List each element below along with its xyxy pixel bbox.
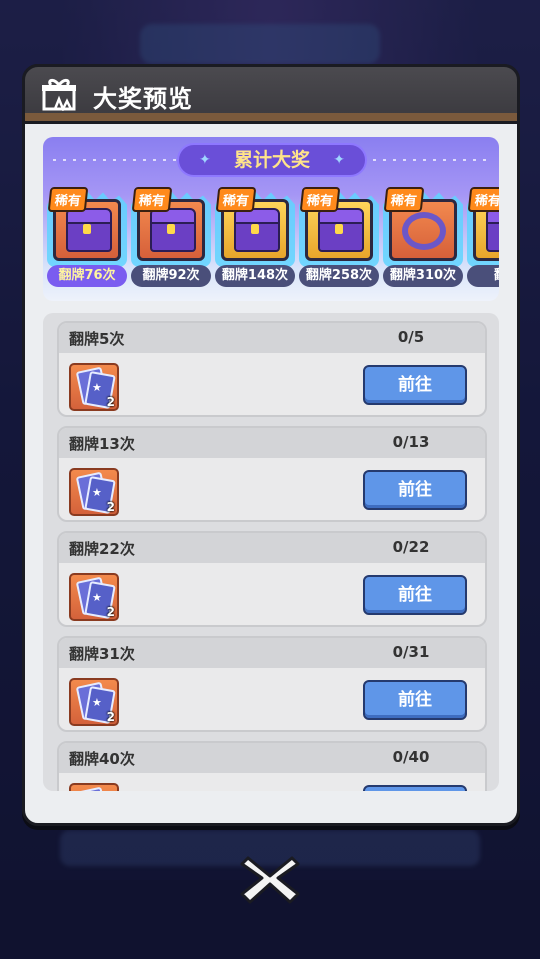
flip-card-reward-icon[interactable]: ★2: [69, 468, 119, 516]
flip-card-reward-icon[interactable]: ★2: [69, 783, 119, 791]
cumulative-prize-title: ✦ 累计大奖 ✦: [177, 143, 367, 177]
go-button[interactable]: 前往: [363, 470, 467, 510]
go-button[interactable]: 前往: [363, 680, 467, 720]
task-name: 翻牌40次: [69, 750, 135, 768]
task-name: 翻牌31次: [69, 645, 135, 663]
task-card: 翻牌31次 0/31 ★ 2 前往: [57, 636, 487, 732]
purple-chest-icon: [318, 208, 364, 252]
flip-card-reward-icon[interactable]: ★2: [69, 573, 119, 621]
task-name: 翻牌22次: [69, 540, 135, 558]
task-card: 翻牌40次 0/40 ★2 前往: [57, 741, 487, 791]
go-button[interactable]: 前往: [363, 575, 467, 615]
task-progress: 0/22: [392, 538, 430, 556]
prize-count-label: 翻牌76次: [47, 265, 127, 287]
prize-count-label: 翻牌310次: [383, 265, 463, 287]
dialog-title: 大奖预览: [93, 85, 193, 113]
star-icon: ★: [92, 591, 102, 604]
sparkle-icon: ✦: [333, 152, 345, 168]
task-list[interactable]: 翻牌5次 0/5 ★ 2 前往 翻牌13次 0/13 ★ 2 前往 翻牌22次 0/22 ★ 2 前往 翻牌3…: [43, 313, 499, 791]
task-card: 翻牌5次 0/5 ★ 2 前往: [57, 321, 487, 417]
prize-item[interactable]: 稀有翻牌92次: [131, 187, 211, 297]
rare-tag: 稀有: [299, 187, 341, 212]
gift-box-icon: [42, 78, 76, 111]
reward-quantity: 2: [106, 605, 115, 619]
rare-tag: 稀有: [215, 187, 257, 212]
go-button[interactable]: 前往: [363, 365, 467, 405]
purple-chest-icon: [486, 208, 499, 252]
prize-count-label: 翻牌258次: [299, 265, 379, 287]
task-name: 翻牌5次: [69, 330, 125, 348]
purple-chest-icon: [234, 208, 280, 252]
task-header: 翻牌22次 0/22: [59, 533, 485, 563]
cumulative-prize-title-text: 累计大奖: [233, 149, 310, 171]
star-icon: ★: [92, 696, 102, 709]
prize-item[interactable]: 稀有翻牌: [467, 187, 499, 297]
flip-card-reward-icon[interactable]: ★2: [69, 363, 119, 411]
task-progress: 0/13: [392, 433, 430, 451]
task-name: 翻牌13次: [69, 435, 135, 453]
task-progress: 0/31: [392, 643, 430, 661]
header-stripe: [25, 113, 517, 121]
bracelet-icon: [402, 212, 446, 250]
prize-item[interactable]: 稀有翻牌76次: [47, 187, 127, 297]
sparkle-icon: ✦: [199, 152, 211, 168]
cumulative-prize-banner: ✦ 累计大奖 ✦ 稀有 翻牌76次 稀有 翻牌92次 稀有 翻牌148次 稀有 翻牌258次稀…: [43, 137, 499, 301]
reward-quantity: 2: [106, 500, 115, 514]
task-card: 翻牌13次 0/13 ★ 2 前往: [57, 426, 487, 522]
rare-tag: 稀有: [47, 187, 89, 212]
task-header: 翻牌40次 0/40: [59, 743, 485, 773]
dialog-header: 大奖预览: [22, 64, 520, 124]
close-x-icon[interactable]: [240, 848, 300, 906]
prize-item[interactable]: 稀有翻牌310次: [383, 187, 463, 297]
purple-chest-icon: [66, 208, 112, 252]
flip-card-reward-icon[interactable]: ★2: [69, 678, 119, 726]
rare-tag: 稀有: [383, 187, 425, 212]
grand-prize-preview-dialog: 大奖预览 ✦ 累计大奖 ✦ 稀有 翻牌76次 稀有 翻牌92次 稀有 翻牌148次 稀有 翻牌…: [22, 64, 520, 826]
prize-count-label: 翻牌92次: [131, 265, 211, 287]
rare-tag: 稀有: [467, 187, 499, 212]
task-progress: 0/40: [392, 748, 430, 766]
prize-item[interactable]: 稀有翻牌148次: [215, 187, 295, 297]
go-button[interactable]: 前往: [363, 785, 467, 791]
task-header: 翻牌5次 0/5: [59, 323, 485, 353]
prize-count-label: 翻牌148次: [215, 265, 295, 287]
task-header: 翻牌13次 0/13: [59, 428, 485, 458]
task-header: 翻牌31次 0/31: [59, 638, 485, 668]
prize-row: 稀有 翻牌76次 稀有 翻牌92次 稀有 翻牌148次 稀有 翻牌258次 稀有 翻牌310次 稀有…: [43, 187, 499, 297]
purple-chest-icon: [150, 208, 196, 252]
task-card: 翻牌22次 0/22 ★ 2 前往: [57, 531, 487, 627]
star-icon: ★: [92, 381, 102, 394]
prize-count-label: 翻牌: [467, 265, 499, 287]
reward-quantity: 2: [106, 710, 115, 724]
rare-tag: 稀有: [131, 187, 173, 212]
task-progress: 0/5: [397, 328, 425, 346]
prize-item[interactable]: 稀有翻牌258次: [299, 187, 379, 297]
reward-quantity: 2: [106, 395, 115, 409]
star-icon: ★: [92, 486, 102, 499]
